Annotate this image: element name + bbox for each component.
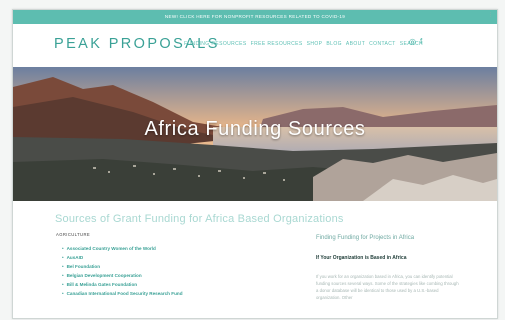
page-title: Sources of Grant Funding for Africa Base… — [55, 213, 344, 225]
list-item[interactable]: • Belgian Development Cooperation — [62, 271, 183, 280]
bullet-icon: • — [62, 291, 64, 296]
list-item[interactable]: • AusAID — [62, 253, 183, 262]
bullet-icon: • — [62, 246, 64, 251]
browser-page: NEW! CLICK HERE FOR NONPROFIT RESOURCES … — [12, 9, 498, 319]
list-item-link[interactable]: AusAID — [67, 255, 84, 260]
bullet-icon: • — [62, 273, 64, 278]
social-links: ◎ f — [409, 37, 422, 47]
nav-free-resources[interactable]: FREE RESOURCES — [251, 41, 303, 47]
list-item[interactable]: • Canadian International Food Security Re… — [62, 289, 183, 298]
bullet-icon: • — [62, 255, 64, 260]
category-label: AGRICULTURE — [56, 232, 91, 237]
nav-contact[interactable]: CONTACT — [369, 41, 396, 47]
facebook-icon[interactable]: f — [420, 37, 422, 47]
list-item-link[interactable]: Bel Foundation — [67, 264, 100, 269]
nav-funding-resources[interactable]: FUNDING RESOURCES — [184, 41, 247, 47]
instagram-icon[interactable]: ◎ — [409, 37, 416, 47]
hero-title: Africa Funding Sources — [144, 118, 366, 140]
list-item[interactable]: • Associated Country Women of the World — [62, 244, 183, 253]
nav-about[interactable]: ABOUT — [346, 41, 365, 47]
funding-source-list: • Associated Country Women of the World •… — [62, 244, 183, 298]
list-item[interactable]: • Bill & Melinda Gates Foundation — [62, 280, 183, 289]
scroll-arrow-icon[interactable]: ▸ — [488, 318, 494, 319]
bullet-icon: • — [62, 282, 64, 287]
nav-shop[interactable]: SHOP — [307, 41, 323, 47]
list-item-link[interactable]: Associated Country Women of the World — [67, 246, 156, 251]
list-item[interactable]: • Bel Foundation — [62, 262, 183, 271]
list-item-link[interactable]: Canadian International Food Security Res… — [67, 291, 183, 296]
announcement-text[interactable]: NEW! CLICK HERE FOR NONPROFIT RESOURCES … — [165, 14, 345, 19]
announcement-bar[interactable]: NEW! CLICK HERE FOR NONPROFIT RESOURCES … — [13, 10, 497, 24]
main-nav: FUNDING RESOURCES FREE RESOURCES SHOP BL… — [184, 41, 423, 47]
list-item-link[interactable]: Bill & Melinda Gates Foundation — [67, 282, 137, 287]
sidebar-text: If you work for an organization based in… — [316, 274, 459, 300]
sidebar-subtitle: If Your Organization is Based in Africa — [316, 255, 407, 261]
sidebar: Finding Funding for Projects in Africa I… — [316, 235, 466, 301]
nav-blog[interactable]: BLOG — [326, 41, 342, 47]
list-item-link[interactable]: Belgian Development Cooperation — [67, 273, 142, 278]
more-icon[interactable]: ⋮ — [488, 12, 493, 18]
sidebar-title: Finding Funding for Projects in Africa — [316, 235, 415, 241]
hero-banner: Africa Funding Sources — [13, 67, 497, 201]
bullet-icon: • — [62, 264, 64, 269]
